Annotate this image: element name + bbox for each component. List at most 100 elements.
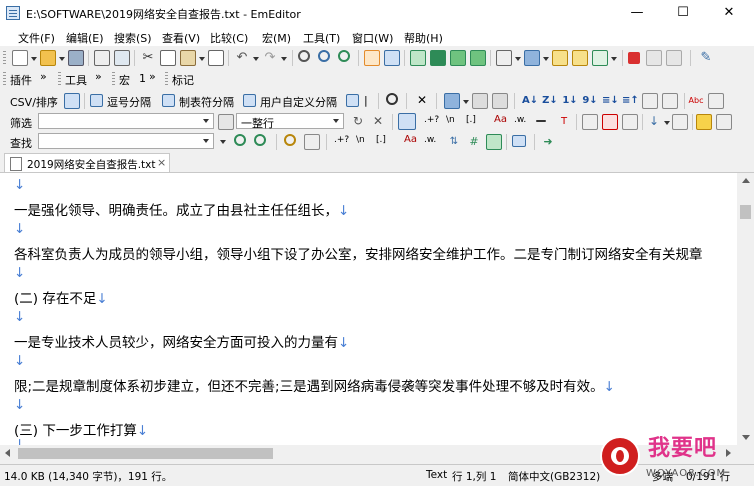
scroll-down-icon[interactable] — [742, 435, 750, 440]
delete-duplicates-icon[interactable] — [662, 93, 678, 109]
chevron-down-icon[interactable] — [203, 119, 209, 123]
stop-macro-icon[interactable] — [628, 52, 640, 64]
grid-icon[interactable]: # — [466, 134, 482, 150]
toggle-csv-icon[interactable] — [410, 50, 426, 66]
cut-icon[interactable]: ✂ — [140, 50, 156, 66]
sort-length-desc-icon[interactable]: ≡↑ — [622, 93, 639, 109]
encoding-icon[interactable] — [524, 50, 540, 66]
filter-options-icon[interactable] — [672, 114, 688, 130]
configuration-icon[interactable] — [592, 50, 608, 66]
toolbar-grip[interactable] — [165, 72, 168, 86]
marks-toolbar-label[interactable]: 标记 — [172, 72, 194, 88]
scroll-right-icon[interactable] — [726, 449, 731, 457]
print-preview-icon[interactable] — [114, 50, 130, 66]
menu-file[interactable]: 文件(F) — [18, 30, 55, 46]
newline-button[interactable]: \n — [356, 135, 365, 145]
record-macro-icon[interactable] — [646, 50, 662, 66]
regex-dot-button[interactable]: .+? — [424, 115, 439, 125]
extra-options-icon[interactable] — [716, 114, 732, 130]
heading-icon[interactable] — [386, 93, 398, 105]
new-file-icon[interactable] — [12, 50, 28, 66]
scroll-left-icon[interactable] — [5, 449, 10, 457]
tab-separated-button[interactable]: 制表符分隔 — [179, 94, 234, 110]
chevron-more-icon[interactable]: » — [95, 70, 102, 83]
pen-icon[interactable]: ✎ — [698, 50, 714, 66]
tab-close-icon[interactable]: × — [157, 156, 166, 169]
replace-icon[interactable] — [338, 50, 350, 62]
sort-options-icon[interactable] — [642, 93, 658, 109]
menu-compare[interactable]: 比较(C) — [210, 30, 248, 46]
clear-format-icon[interactable]: T — [556, 114, 572, 130]
chevron-down-icon[interactable] — [59, 57, 65, 61]
tools-toolbar-label[interactable]: 工具 — [65, 72, 87, 88]
toolbar-grip[interactable] — [112, 72, 115, 86]
regex-dot-button[interactable]: .+? — [334, 135, 349, 145]
menu-view[interactable]: 查看(V) — [162, 30, 200, 46]
vertical-scrollbar[interactable] — [737, 173, 754, 445]
status-encoding[interactable]: 简体中文(GB2312) — [508, 469, 600, 484]
lock-icon[interactable] — [696, 114, 712, 130]
chevron-down-icon[interactable] — [664, 121, 670, 125]
arrow-down-icon[interactable]: ↓ — [646, 114, 662, 130]
chevron-down-icon[interactable] — [220, 140, 226, 144]
comma-separated-button[interactable]: 逗号分隔 — [107, 94, 151, 110]
properties-icon[interactable] — [552, 50, 568, 66]
chevron-down-icon[interactable] — [515, 57, 521, 61]
whole-word-button[interactable]: .w. — [424, 135, 436, 145]
sort-ascending-icon[interactable]: A↓ — [522, 93, 538, 109]
justify-column-icon[interactable] — [492, 93, 508, 109]
bracket-button[interactable]: [.] — [376, 135, 386, 145]
menu-window[interactable]: 窗口(W) — [352, 30, 393, 46]
minimize-button[interactable]: — — [614, 0, 660, 28]
find-in-files-icon[interactable] — [364, 50, 380, 66]
save-icon[interactable] — [68, 50, 84, 66]
horizontal-scroll-thumb[interactable] — [18, 448, 273, 459]
find-panel-icon[interactable] — [512, 135, 526, 147]
bracket-button[interactable]: [.] — [466, 115, 476, 125]
match-case-button[interactable]: Aa — [494, 114, 507, 125]
sort-number-ascending-icon[interactable]: 1↓ — [562, 93, 578, 109]
macro-toolbar-label[interactable]: 宏 — [119, 72, 130, 88]
document-tab[interactable]: 2019网络安全自查报告.txt × — [4, 153, 170, 172]
wrap-page-icon[interactable] — [470, 50, 486, 66]
search-icon[interactable] — [398, 113, 416, 130]
menu-tools[interactable]: 工具(T) — [303, 30, 340, 46]
column-search-icon[interactable] — [486, 134, 502, 150]
toolbar-grip[interactable] — [58, 72, 61, 86]
find-previous-icon[interactable] — [234, 134, 246, 146]
select-all-icon[interactable] — [208, 50, 224, 66]
chevron-more-icon[interactable]: » — [149, 70, 156, 83]
copy-icon[interactable] — [160, 50, 176, 66]
spell-check-icon[interactable]: Abc — [688, 93, 704, 109]
chevron-down-icon[interactable] — [203, 139, 209, 143]
paste-icon[interactable] — [180, 50, 196, 66]
columns-icon[interactable] — [444, 93, 460, 109]
bookmark-icon[interactable] — [496, 50, 512, 66]
close-button[interactable]: ✕ — [706, 0, 752, 28]
chevron-down-icon[interactable] — [611, 57, 617, 61]
match-case-button[interactable]: Aa — [404, 134, 417, 145]
up-down-icon[interactable]: ⇅ — [446, 134, 462, 150]
filter-input[interactable] — [38, 113, 214, 129]
advanced-filter-icon[interactable] — [622, 114, 638, 130]
sort-descending-icon[interactable]: Z↓ — [542, 93, 558, 109]
redo-icon[interactable]: ↷ — [262, 50, 278, 66]
filter-mode-select[interactable]: 一整行 — [236, 113, 344, 130]
chevron-down-icon[interactable] — [281, 57, 287, 61]
csv-mode-icon[interactable] — [64, 93, 80, 109]
word-wrap-icon[interactable] — [430, 50, 446, 66]
open-folder-icon[interactable] — [40, 50, 56, 66]
newline-button[interactable]: \n — [446, 115, 455, 125]
toolbar-grip[interactable] — [3, 72, 6, 86]
user-defined-separated-button[interactable]: 用户自定义分隔 — [260, 94, 337, 110]
chevron-down-icon[interactable] — [253, 57, 259, 61]
chevron-more-icon[interactable]: » — [40, 70, 47, 83]
find-next-icon[interactable] — [318, 50, 330, 62]
chevron-down-icon[interactable] — [543, 57, 549, 61]
plugins-toolbar-label[interactable]: 插件 — [10, 72, 32, 88]
pipe-separated-button[interactable]: | — [364, 94, 368, 107]
customize-icon[interactable] — [572, 50, 588, 66]
status-mode[interactable]: Text — [426, 469, 447, 481]
chevron-down-icon[interactable] — [199, 57, 205, 61]
maximize-button[interactable]: ☐ — [660, 0, 706, 28]
